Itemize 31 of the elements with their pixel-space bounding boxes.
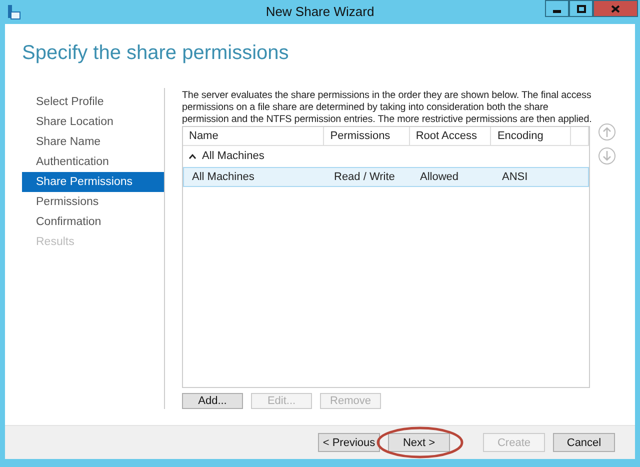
table-row[interactable]: All Machines Read / Write Allowed ANSI xyxy=(183,167,589,187)
table-action-button[interactable]: Add... xyxy=(182,393,243,409)
wizard-button[interactable]: Next > xyxy=(388,433,450,452)
page-heading: Specify the share permissions xyxy=(21,41,290,66)
nav-item[interactable]: Share Name xyxy=(22,132,164,152)
close-icon xyxy=(611,4,620,12)
table-cell-text: Allowed xyxy=(419,170,460,185)
wizard-button[interactable]: Cancel xyxy=(553,433,615,452)
nav-item[interactable]: Authentication xyxy=(22,152,164,172)
maximize-button[interactable] xyxy=(569,0,593,17)
app-icon xyxy=(7,4,21,20)
column-header[interactable]: Encoding xyxy=(491,127,572,145)
group-label: All Machines xyxy=(202,150,264,162)
window-title: New Share Wizard xyxy=(266,4,376,20)
table-cell-text: All Machines xyxy=(191,170,256,185)
column-header[interactable]: Name xyxy=(183,127,324,145)
nav-item[interactable]: Select Profile xyxy=(22,92,164,112)
column-header[interactable]: Root Access xyxy=(410,127,492,145)
table-cell-text: Read / Write xyxy=(333,170,396,185)
maximize-icon xyxy=(576,4,586,12)
close-button[interactable] xyxy=(593,0,638,17)
nav-item[interactable]: Share Location xyxy=(22,112,164,132)
wizard-button[interactable]: < Previous xyxy=(318,433,380,452)
table-cell-text: ANSI xyxy=(501,170,529,185)
nav-item[interactable]: Permissions xyxy=(22,192,164,212)
column-header[interactable]: Permissions xyxy=(324,127,410,145)
nav-item[interactable]: Share Permissions xyxy=(22,172,164,192)
nav-item[interactable]: Confirmation xyxy=(22,212,164,232)
description-text: The server evaluates the share permissions in the order they are shown below. The final access permissions on a file share are determined by taking into consideration both the share permission and the NTFS permission entries. The more restrictive permissions are then applied. xyxy=(182,89,592,126)
minimize-button[interactable] xyxy=(545,0,569,17)
collapse-icon[interactable] xyxy=(189,154,196,158)
